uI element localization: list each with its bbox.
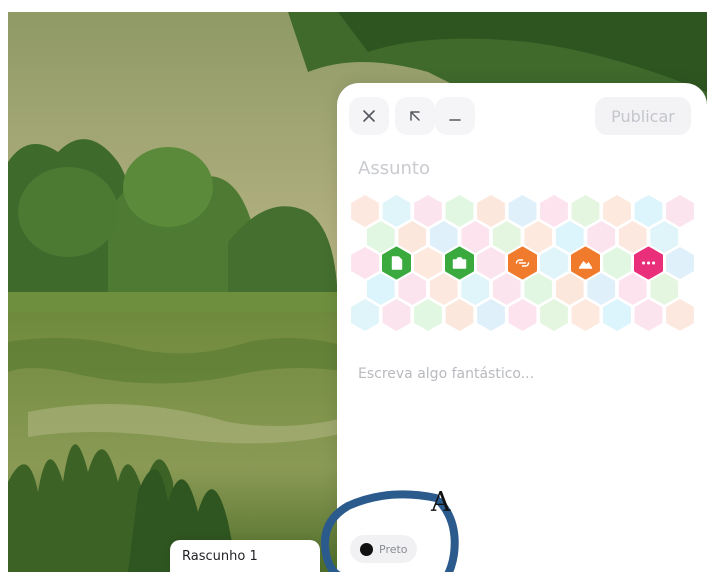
hex-cell	[382, 299, 411, 331]
hex-cell	[492, 273, 521, 305]
hex-cell	[540, 299, 568, 331]
hex-cell	[366, 221, 395, 253]
hex-cell	[666, 247, 694, 279]
color-swatch	[360, 542, 373, 556]
hex-cell	[650, 273, 679, 305]
hex-cell	[508, 299, 537, 331]
color-label: Preto	[379, 542, 408, 556]
hex-cell	[571, 299, 600, 331]
hex-cell	[445, 195, 474, 227]
hex-cell	[540, 247, 568, 279]
hex-cell	[414, 247, 442, 279]
draft-tab-label: Rascunho 1	[182, 548, 258, 564]
expand-button[interactable]	[395, 97, 435, 135]
hex-cell	[429, 221, 458, 253]
file-button[interactable]	[382, 246, 411, 280]
hex-cell	[492, 221, 521, 253]
close-icon	[363, 110, 375, 122]
hex-cell	[445, 299, 474, 331]
hex-cell	[351, 299, 379, 331]
hex-cell	[477, 247, 505, 279]
compose-panel: Publicar Assunto Escreva algo fantástico…	[337, 83, 707, 572]
hex-cell	[398, 221, 427, 253]
hex-cell	[650, 221, 679, 253]
publish-button[interactable]: Publicar	[595, 97, 691, 135]
camera-icon-glyph	[452, 257, 467, 269]
hex-cell	[398, 273, 427, 305]
more-button[interactable]	[634, 246, 663, 280]
hex-cell	[618, 273, 647, 305]
subject-input[interactable]: Assunto	[358, 155, 678, 183]
camera-button[interactable]	[445, 246, 474, 280]
hex-cell	[540, 195, 568, 227]
link-button[interactable]	[508, 246, 537, 280]
hex-cell	[477, 195, 505, 227]
hex-cell	[634, 195, 663, 227]
hex-cell	[508, 195, 537, 227]
hex-cell	[366, 273, 395, 305]
hex-cell	[603, 299, 631, 331]
image-gallery-button[interactable]	[571, 246, 600, 280]
hex-cell	[555, 273, 584, 305]
hex-cell	[477, 299, 505, 331]
hex-cell	[414, 195, 442, 227]
annotation-label: A	[431, 487, 451, 518]
hex-cell	[618, 221, 647, 253]
hex-cell	[555, 221, 584, 253]
hex-cell	[414, 299, 442, 331]
text-color-picker[interactable]: Preto	[350, 535, 417, 563]
hex-cell	[461, 273, 490, 305]
hex-cell	[382, 195, 411, 227]
body-input[interactable]: Escreva algo fantástico...	[358, 363, 678, 385]
expand-arrow-icon	[410, 111, 420, 121]
minimize-button[interactable]	[435, 97, 475, 135]
hex-cell	[587, 273, 616, 305]
hex-cell	[634, 299, 663, 331]
draft-tab[interactable]: Rascunho 1	[170, 540, 320, 572]
attachment-hex-grid	[349, 193, 695, 349]
hex-cell	[603, 195, 631, 227]
hex-cell	[666, 299, 694, 331]
hex-cell	[429, 273, 458, 305]
hex-cell	[461, 221, 490, 253]
minimize-icon	[449, 119, 461, 121]
hex-cell	[351, 247, 379, 279]
hex-cell	[666, 195, 694, 227]
image-gallery-icon	[571, 246, 600, 280]
hex-cell	[351, 195, 379, 227]
hex-cell	[603, 247, 631, 279]
hex-cell	[587, 221, 616, 253]
hex-cell	[524, 221, 553, 253]
close-button[interactable]	[349, 97, 389, 135]
hex-cell	[524, 273, 553, 305]
file-icon-glyph	[391, 256, 403, 270]
hex-cell	[571, 195, 600, 227]
